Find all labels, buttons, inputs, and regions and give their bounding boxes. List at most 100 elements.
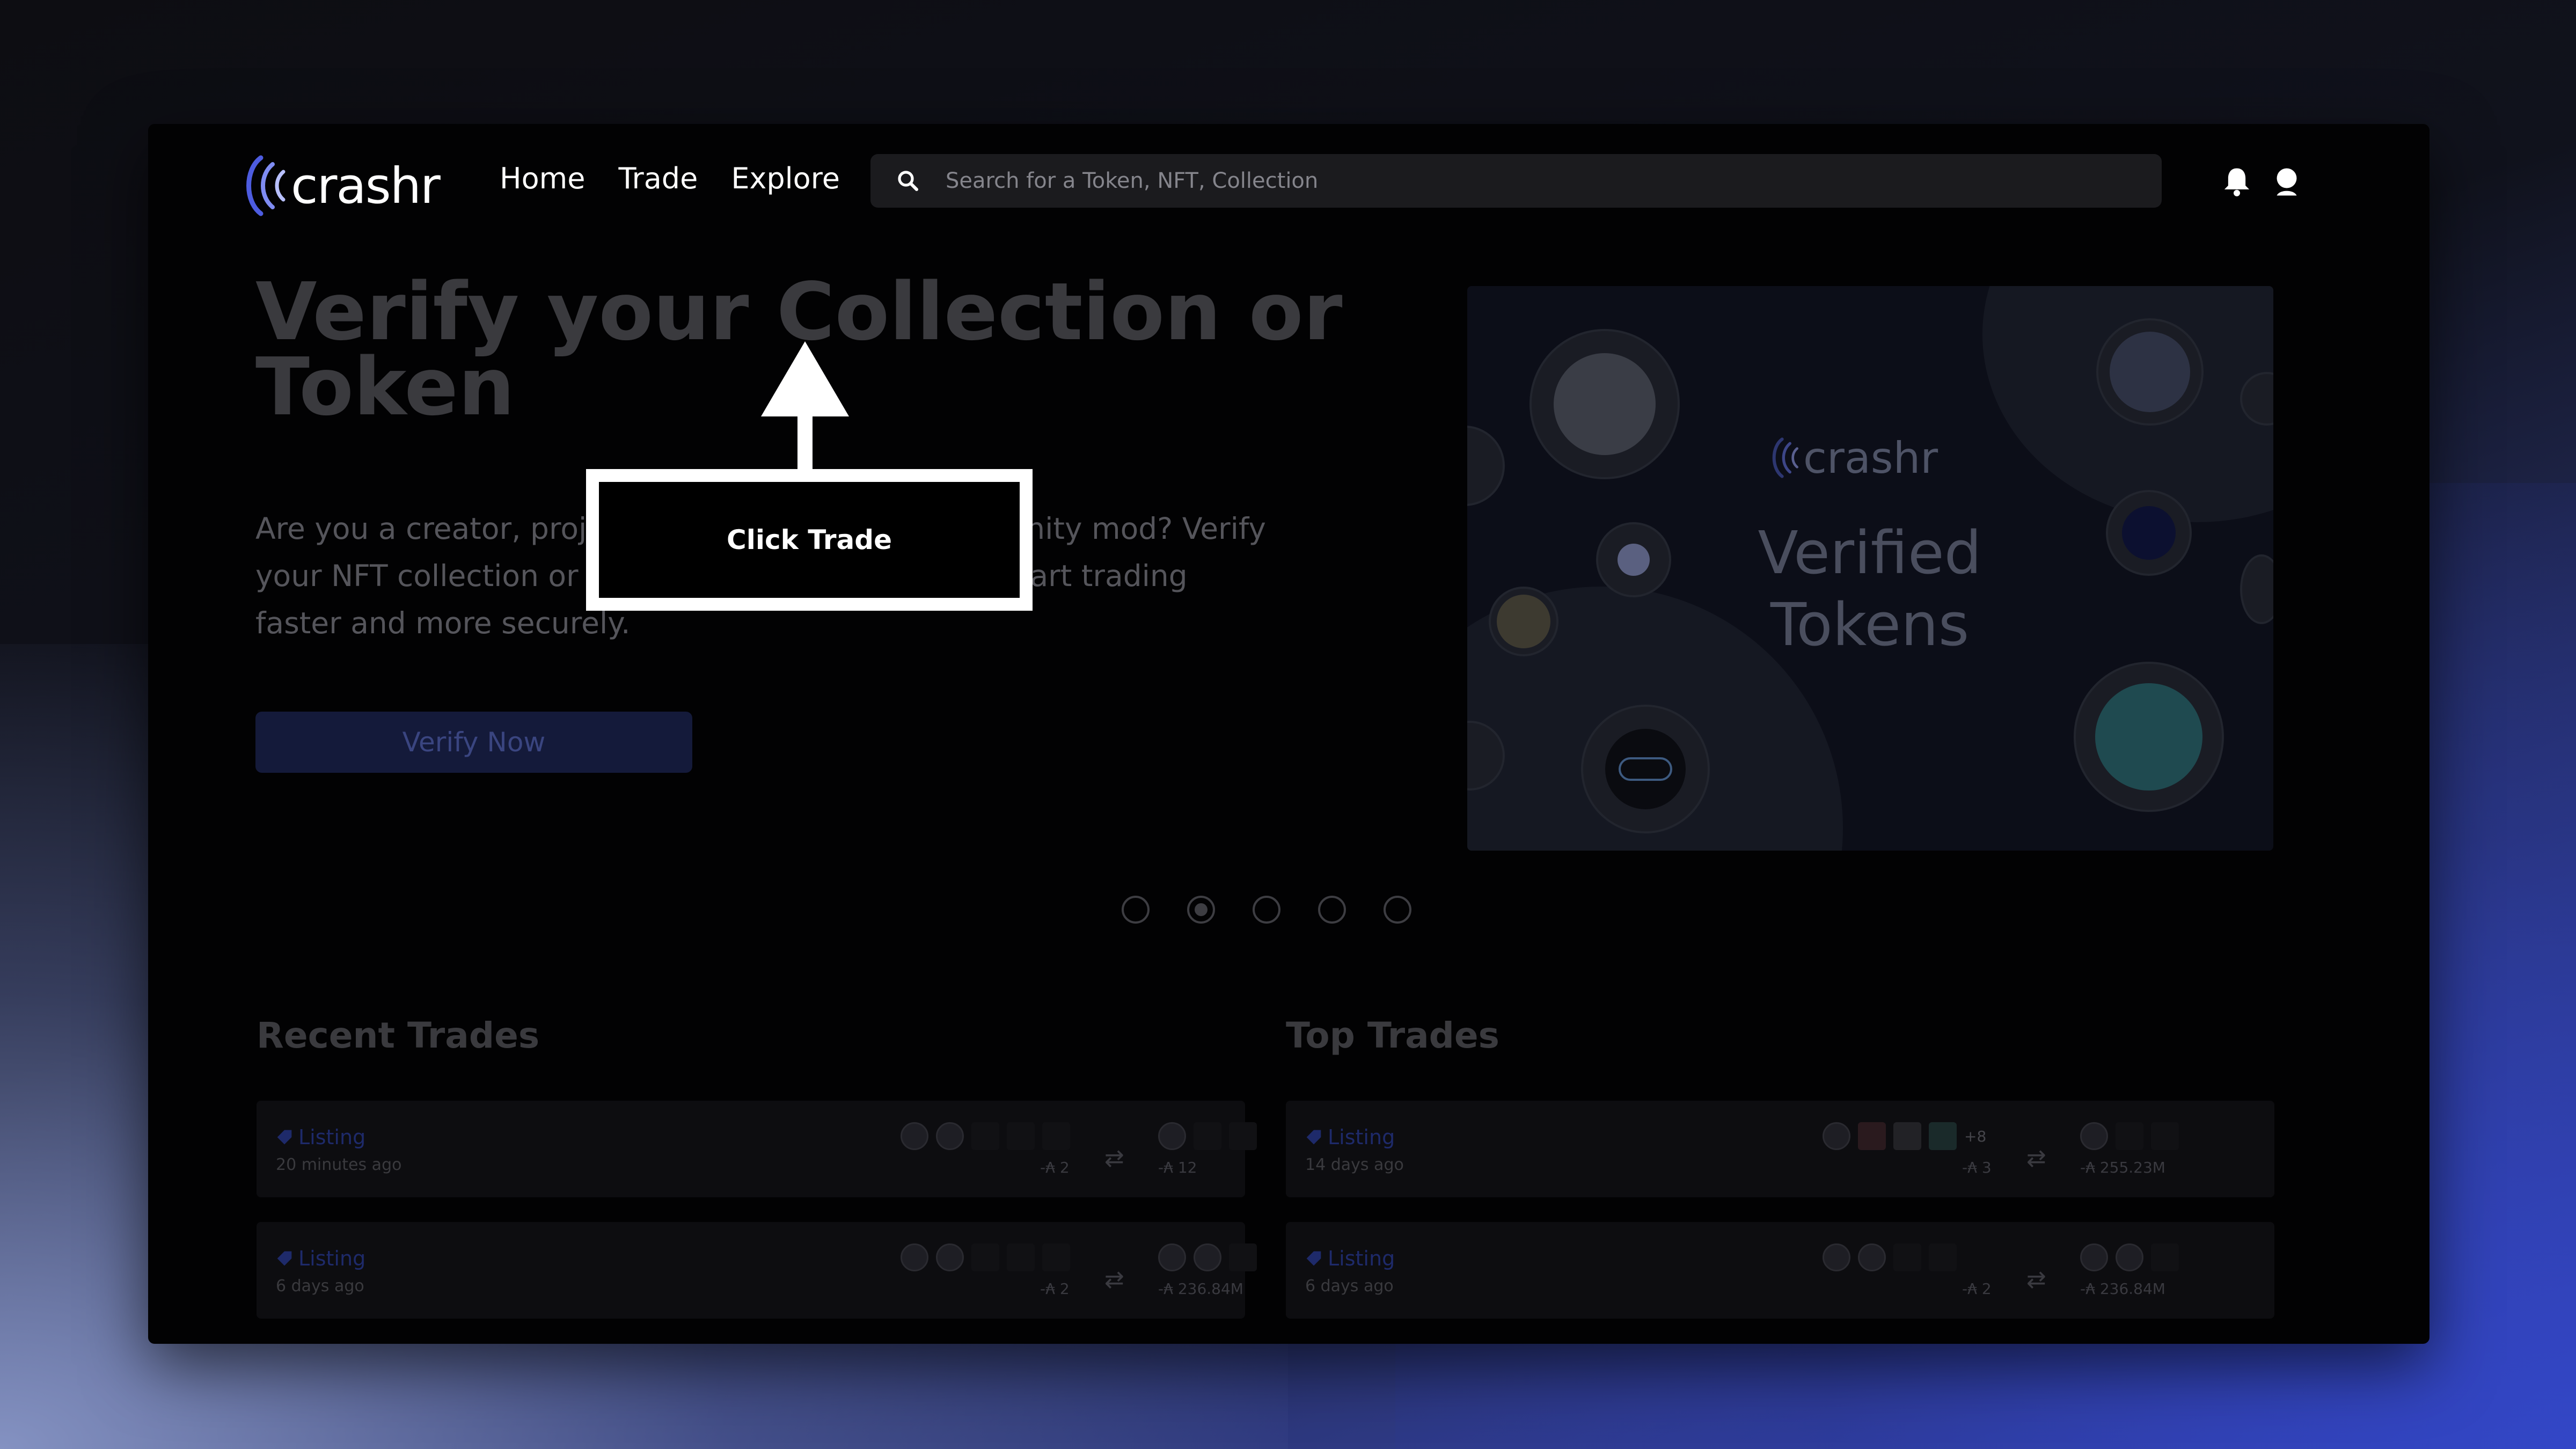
nft-thumbnail-icon <box>1858 1122 1886 1150</box>
trade-row[interactable]: Listing 6 days ago -₳ 2 ⇄ -₳ 236.84M <box>1286 1222 2274 1319</box>
trade-type-label: Listing <box>298 1125 366 1149</box>
empty-slot <box>971 1122 999 1150</box>
avatar-coin-icon <box>1489 587 1558 656</box>
carousel-dot-active[interactable] <box>1187 896 1215 924</box>
empty-slot <box>2151 1122 2179 1150</box>
get-amount: -₳ 236.84M <box>1158 1280 1243 1298</box>
get-tokens <box>2080 1122 2179 1150</box>
recent-trades-title: Recent Trades <box>257 1015 540 1056</box>
empty-slot <box>1929 1243 1957 1271</box>
give-tokens: +8 <box>1823 1122 1986 1150</box>
trade-type-label: Listing <box>1328 1247 1395 1270</box>
nav-explore[interactable]: Explore <box>731 162 840 195</box>
user-avatar-icon <box>936 1122 964 1150</box>
swap-icon: ⇄ <box>1104 1266 1124 1293</box>
give-tokens <box>1823 1243 1957 1271</box>
crashr-logo-icon <box>246 155 286 216</box>
crashr-token-icon <box>2116 1243 2143 1271</box>
more-count: +8 <box>1964 1127 1987 1145</box>
nft-thumbnail-icon <box>1858 1243 1886 1271</box>
empty-slot <box>1007 1122 1035 1150</box>
brand-logo[interactable]: crashr <box>239 153 441 218</box>
banner-brand-name: crashr <box>1803 433 1938 483</box>
search-bar[interactable] <box>870 154 2162 208</box>
empty-slot <box>971 1243 999 1271</box>
carousel-dot[interactable] <box>1253 896 1280 924</box>
nav-home[interactable]: Home <box>500 162 585 195</box>
trade-type-label: Listing <box>298 1247 366 1270</box>
swap-icon: ⇄ <box>1104 1145 1124 1172</box>
nft-thumbnail-icon <box>936 1243 964 1271</box>
empty-slot <box>1042 1243 1070 1271</box>
search-input[interactable] <box>946 169 2126 193</box>
crashr-token-icon <box>1194 1243 1221 1271</box>
banner-title: Verified Tokens <box>1758 518 1982 659</box>
trade-row[interactable]: Listing 6 days ago -₳ 2 ⇄ -₳ 236.84M <box>257 1222 1257 1319</box>
crashr-token-icon <box>2080 1122 2108 1150</box>
nft-thumbnail-icon <box>1893 1122 1921 1150</box>
verify-now-button[interactable]: Verify Now <box>255 712 692 773</box>
trade-time: 20 minutes ago <box>276 1155 402 1174</box>
search-icon <box>881 168 935 194</box>
token-icon <box>1158 1243 1186 1271</box>
empty-slot <box>1229 1122 1257 1150</box>
user-icon[interactable] <box>2272 166 2302 198</box>
token-icon <box>1158 1122 1186 1150</box>
give-amount: -₳ 3 <box>1962 1159 1992 1176</box>
get-tokens <box>2080 1243 2179 1271</box>
brand-name: crashr <box>291 157 441 215</box>
token-coin-icon <box>2240 554 2273 624</box>
get-amount: -₳ 12 <box>1158 1159 1197 1176</box>
tutorial-instruction: Click Trade <box>727 524 892 555</box>
give-tokens <box>901 1122 1070 1150</box>
empty-slot <box>2151 1243 2179 1271</box>
give-amount: -₳ 2 <box>1040 1159 1070 1176</box>
nav-trade[interactable]: Trade <box>618 162 698 195</box>
top-trades-title: Top Trades <box>1286 1015 1499 1056</box>
trade-type: Listing <box>1305 1125 1395 1149</box>
token-icon <box>901 1122 928 1150</box>
main-nav: Home Trade Explore <box>500 162 840 195</box>
carousel-dot[interactable] <box>1318 896 1346 924</box>
get-tokens <box>1158 1122 1257 1150</box>
nft-thumbnail-icon <box>1929 1122 1957 1150</box>
token-coin-icon <box>1467 426 1505 506</box>
trade-row[interactable]: Listing 20 minutes ago -₳ 2 ⇄ -₳ 12 <box>257 1101 1257 1197</box>
carousel-dot[interactable] <box>1384 896 1411 924</box>
frog-coin-icon <box>2074 662 2224 812</box>
get-amount: -₳ 236.84M <box>2080 1280 2165 1298</box>
trade-row[interactable]: Listing 14 days ago +8 -₳ 3 ⇄ -₳ 255.23M <box>1286 1101 2274 1197</box>
empty-slot <box>2116 1122 2143 1150</box>
swap-icon: ⇄ <box>2026 1145 2046 1172</box>
husky-coin-icon <box>2096 318 2204 426</box>
crashr-logo-icon <box>1772 437 1798 478</box>
empty-slot <box>1893 1243 1921 1271</box>
trade-time: 6 days ago <box>1305 1277 1394 1296</box>
tag-icon <box>1306 1251 1321 1266</box>
token-icon <box>2080 1243 2108 1271</box>
pointer-arrow-icon <box>761 341 849 416</box>
empty-slot <box>1042 1122 1070 1150</box>
trade-time: 14 days ago <box>1305 1155 1404 1174</box>
pointer-arrow-stem <box>797 411 813 475</box>
empty-slot <box>1229 1243 1257 1271</box>
token-icon <box>1823 1243 1850 1271</box>
bell-icon[interactable] <box>2222 166 2252 198</box>
give-amount: -₳ 2 <box>1962 1280 1992 1298</box>
token-icon <box>901 1243 928 1271</box>
crashr-coin-icon <box>2106 490 2192 576</box>
carousel-dots <box>1122 896 1411 924</box>
carousel-dot-fill <box>1195 903 1208 916</box>
trade-type: Listing <box>276 1247 365 1270</box>
trade-type: Listing <box>1305 1247 1395 1270</box>
tag-icon <box>277 1130 292 1145</box>
hero-banner[interactable]: crashr Verified Tokens <box>1467 286 2273 851</box>
carousel-dot[interactable] <box>1122 896 1150 924</box>
cloud-coin-icon <box>1581 705 1710 833</box>
swap-icon: ⇄ <box>2026 1266 2046 1293</box>
token-icon <box>1823 1122 1850 1150</box>
tag-icon <box>1306 1130 1321 1145</box>
trade-time: 6 days ago <box>276 1277 364 1296</box>
trade-type-label: Listing <box>1328 1125 1395 1149</box>
get-amount: -₳ 255.23M <box>2080 1159 2165 1176</box>
